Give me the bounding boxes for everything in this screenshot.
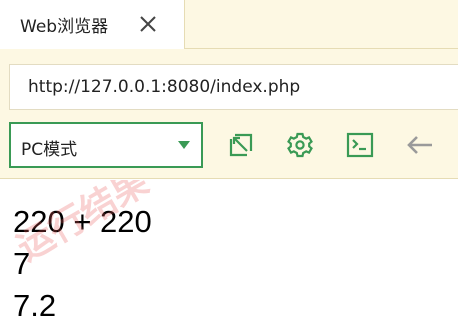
close-icon[interactable] bbox=[138, 14, 158, 34]
console-icon[interactable] bbox=[345, 130, 375, 160]
output-line-3: 7.2 bbox=[13, 288, 57, 323]
tab-web-browser[interactable]: Web浏览器 bbox=[0, 0, 185, 49]
back-arrow-icon[interactable] bbox=[405, 130, 435, 160]
mode-dropdown[interactable]: PC模式 bbox=[9, 122, 203, 168]
toolbar-area: http://127.0.0.1:8080/index.php PC模式 bbox=[0, 49, 458, 179]
page-content: 220 + 220 7 7.2 运行结果 bbox=[0, 180, 458, 333]
tab-title: Web浏览器 bbox=[20, 17, 109, 37]
output-line-2: 7 bbox=[13, 246, 31, 281]
open-external-icon[interactable] bbox=[226, 130, 256, 160]
gear-icon[interactable] bbox=[285, 130, 315, 160]
tab-bar: Web浏览器 bbox=[0, 0, 458, 49]
mode-selected-value: PC模式 bbox=[21, 140, 78, 160]
chevron-down-icon bbox=[178, 141, 190, 149]
address-bar[interactable]: http://127.0.0.1:8080/index.php bbox=[9, 64, 458, 110]
browser-window: Web浏览器 http://127.0.0.1:8080/index.php P… bbox=[0, 0, 458, 333]
url-text: http://127.0.0.1:8080/index.php bbox=[28, 77, 301, 97]
output-line-1: 220 + 220 bbox=[13, 204, 152, 239]
